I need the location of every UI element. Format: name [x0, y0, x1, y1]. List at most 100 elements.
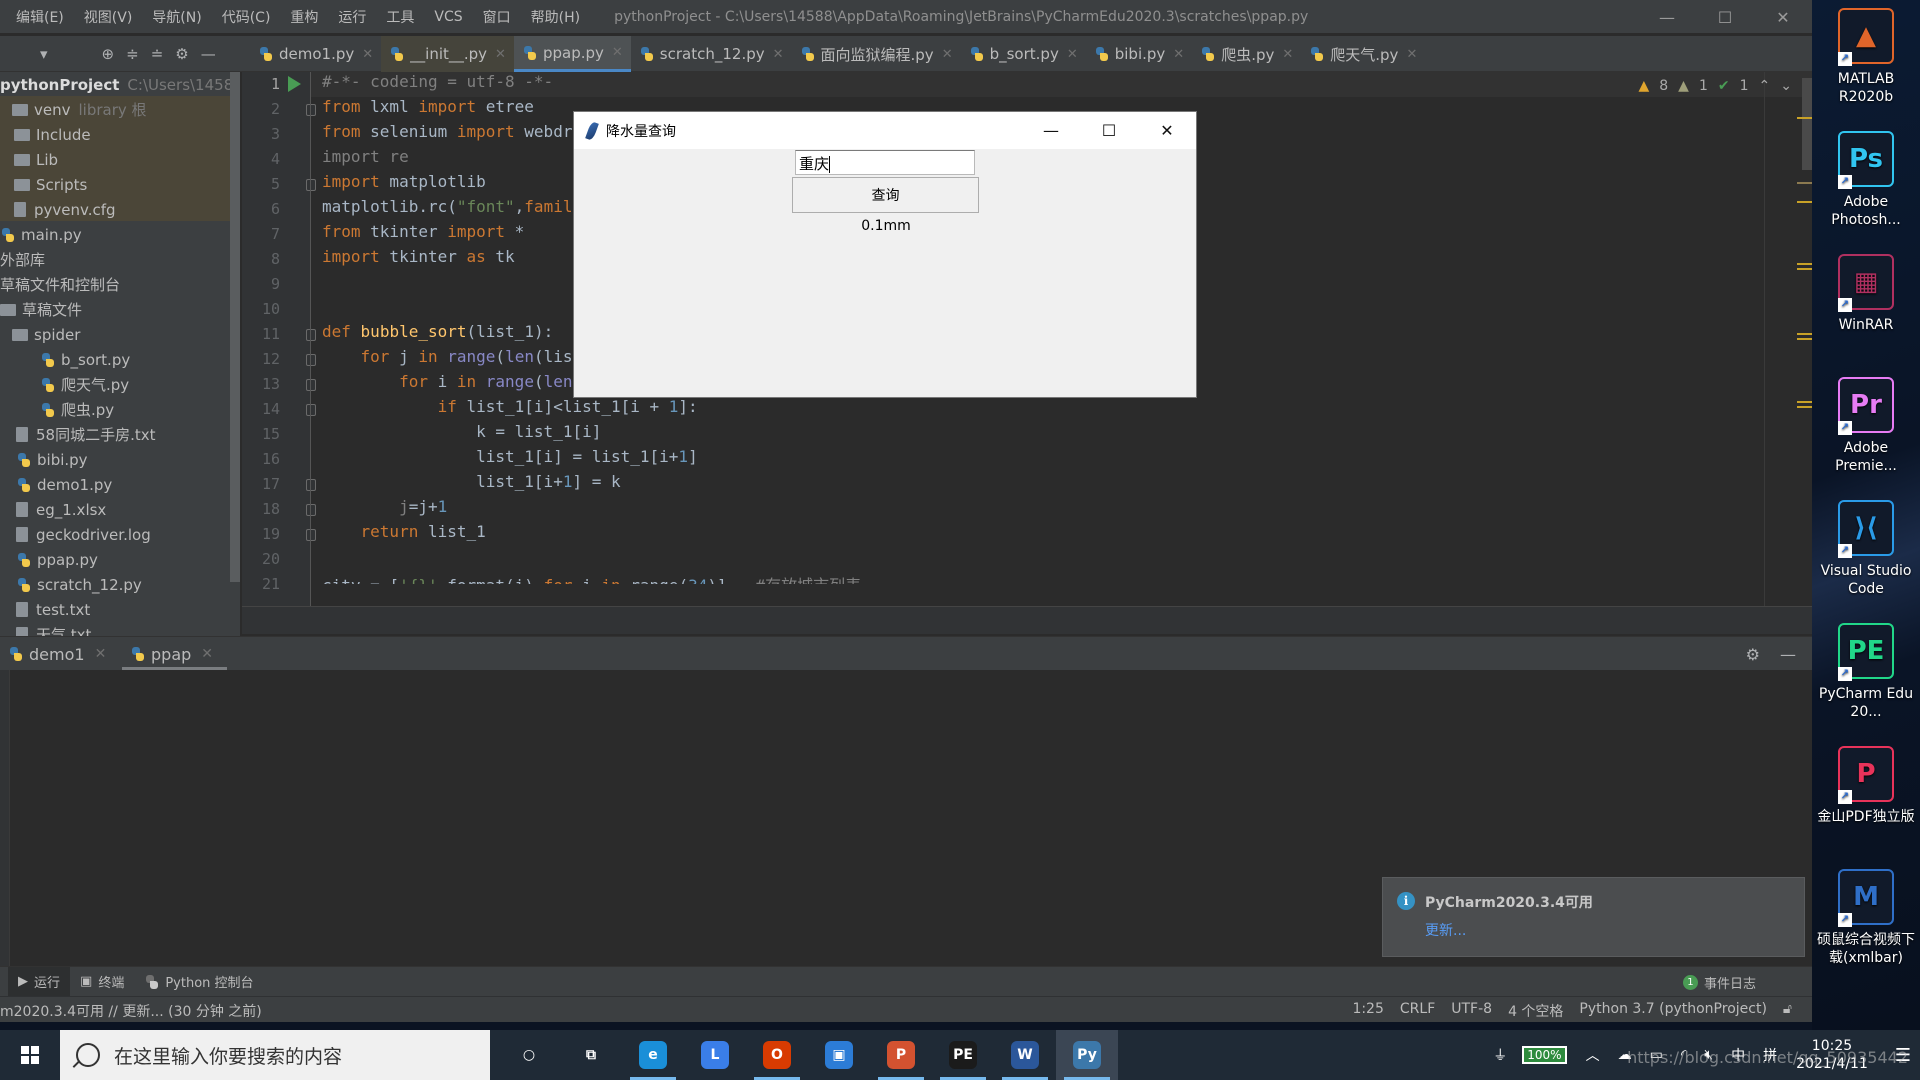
close-tab-icon[interactable]: ✕	[1067, 47, 1078, 62]
inspection-widget[interactable]: ▲ 8 ▲ 1 ✔ 1 ⌃ ⌄	[1638, 78, 1792, 94]
expand-all-icon[interactable]: ≑	[126, 45, 139, 63]
menu-window[interactable]: 窗口	[473, 7, 521, 27]
menu-help[interactable]: 帮助(H)	[521, 7, 590, 27]
tree-item[interactable]: 58同城二手房.txt	[16, 422, 156, 447]
close-tab-icon[interactable]: ✕	[773, 47, 784, 62]
fold-marker-icon[interactable]	[306, 404, 316, 416]
taskbar-app-python-tk[interactable]: Py	[1056, 1030, 1118, 1080]
tree-item[interactable]: 爬天气.py	[40, 372, 129, 397]
tk-title-bar[interactable]: 降水量查询 — ☐ ✕	[574, 112, 1196, 149]
tree-item[interactable]: bibi.py	[16, 447, 88, 472]
line-separator[interactable]: CRLF	[1400, 1001, 1435, 1021]
close-tab-icon[interactable]: ✕	[612, 45, 623, 60]
update-link[interactable]: 更新...	[1425, 920, 1466, 940]
close-tab-icon[interactable]: ✕	[362, 47, 373, 62]
taskbar-app-task-view[interactable]: ⧉	[560, 1030, 622, 1080]
battery-indicator[interactable]: 100%	[1522, 1046, 1567, 1064]
desktop-shortcut[interactable]: ⟩⟨ ↗ Visual Studio Code	[1812, 500, 1920, 598]
city-input[interactable]: 重庆	[795, 150, 975, 175]
tree-item[interactable]: eg_1.xlsx	[16, 497, 106, 522]
tree-item[interactable]: b_sort.py	[40, 347, 130, 372]
close-tab-icon[interactable]: ✕	[95, 646, 107, 662]
tree-item[interactable]: 爬虫.py	[40, 397, 114, 422]
locate-icon[interactable]: ⊕	[102, 45, 115, 63]
indent-setting[interactable]: 4 个空格	[1508, 1001, 1563, 1021]
menu-vcs[interactable]: VCS	[424, 9, 472, 25]
desktop-shortcut[interactable]: ▲ ↗ MATLAB R2020b	[1812, 8, 1920, 106]
close-button[interactable]: ✕	[1754, 0, 1812, 34]
tree-scrollbar[interactable]	[230, 72, 240, 582]
close-tab-icon[interactable]: ✕	[495, 47, 506, 62]
tk-close-button[interactable]: ✕	[1138, 112, 1196, 149]
taskbar-app-cortana[interactable]: ○	[498, 1030, 560, 1080]
tree-item[interactable]: Lib	[14, 147, 58, 172]
fold-marker-icon[interactable]	[306, 329, 316, 341]
tree-item[interactable]: ppap.py	[16, 547, 98, 572]
hide-icon[interactable]: —	[201, 45, 216, 63]
editor-tab[interactable]: demo1.py ✕	[250, 36, 381, 72]
dropdown-chevron-icon[interactable]: ▾	[40, 45, 48, 63]
fold-marker-icon[interactable]	[306, 529, 316, 541]
tree-item[interactable]: 外部库	[0, 247, 45, 272]
close-tab-icon[interactable]: ✕	[1173, 47, 1184, 62]
collapse-all-icon[interactable]: ≐	[151, 45, 164, 63]
fold-marker-icon[interactable]	[306, 179, 316, 191]
close-tab-icon[interactable]: ✕	[1406, 47, 1417, 62]
run-gutter-icon[interactable]	[288, 76, 301, 92]
desktop-shortcut[interactable]: Ps ↗ Adobe Photosh...	[1812, 131, 1920, 229]
menu-code[interactable]: 代码(C)	[212, 7, 281, 27]
hide-icon[interactable]: —	[1780, 645, 1796, 664]
tool-terminal[interactable]: ▣ 终端	[70, 967, 134, 997]
close-tab-icon[interactable]: ✕	[942, 47, 953, 62]
tool-python-console[interactable]: Python 控制台	[134, 967, 263, 997]
tree-item[interactable]: geckodriver.log	[16, 522, 151, 547]
tree-item[interactable]: test.txt	[16, 597, 90, 622]
project-root[interactable]: pythonProject C:\Users\14588\Py	[0, 72, 240, 97]
unlock-icon[interactable]: 🔓︎	[1783, 1001, 1792, 1021]
tool-run[interactable]: ▶ 运行	[8, 966, 71, 997]
tree-item[interactable]: main.py	[0, 222, 82, 247]
editor-tab[interactable]: 爬虫.py ✕	[1192, 36, 1301, 72]
menu-refactor[interactable]: 重构	[280, 7, 328, 27]
taskbar-app-powerpoint[interactable]: P	[870, 1030, 932, 1080]
menu-edit[interactable]: 编辑(E)	[0, 7, 74, 27]
editor-tab[interactable]: 面向监狱编程.py ✕	[792, 36, 961, 72]
desktop-shortcut[interactable]: P ↗ 金山PDF独立版	[1812, 746, 1920, 826]
editor-tab[interactable]: 爬天气.py ✕	[1301, 36, 1425, 72]
menu-run[interactable]: 运行	[328, 7, 376, 27]
editor-scrollbar[interactable]	[1802, 78, 1812, 170]
desktop-shortcut[interactable]: PE ↗ PyCharm Edu 20...	[1812, 623, 1920, 721]
tk-minimize-button[interactable]: —	[1022, 112, 1080, 149]
taskbar-search[interactable]: 在这里输入你要搜索的内容	[60, 1030, 490, 1080]
taskbar-app-remote-desktop[interactable]: ▣	[808, 1030, 870, 1080]
desktop-shortcut[interactable]: M ↗ 硕鼠综合视频下载(xmlbar)	[1812, 869, 1920, 967]
start-button[interactable]	[0, 1030, 60, 1080]
desktop-shortcut[interactable]: Pr ↗ Adobe Premie...	[1812, 377, 1920, 475]
run-tab-ppap[interactable]: ppap ✕	[121, 637, 228, 671]
run-tab-demo1[interactable]: demo1 ✕	[8, 637, 106, 671]
tree-item[interactable]: Scripts	[14, 172, 87, 197]
editor-tab[interactable]: ppap.py ✕	[513, 36, 631, 72]
taskbar-app-pycharm[interactable]: PE	[932, 1030, 994, 1080]
caret-position[interactable]: 1:25	[1352, 1001, 1383, 1021]
minimize-button[interactable]: —	[1638, 0, 1696, 34]
taskbar-app-word[interactable]: W	[994, 1030, 1056, 1080]
menu-tools[interactable]: 工具	[376, 7, 424, 27]
next-highlight-icon[interactable]: ⌄	[1780, 78, 1792, 94]
tree-item[interactable]: venv library 根	[12, 97, 147, 122]
gear-icon[interactable]: ⚙	[1746, 645, 1760, 664]
tree-item[interactable]: 草稿文件和控制台	[0, 272, 120, 297]
tree-item[interactable]: demo1.py	[16, 472, 112, 497]
tree-item[interactable]: scratch_12.py	[16, 572, 142, 597]
fold-marker-icon[interactable]	[306, 504, 316, 516]
event-log-button[interactable]: 1 事件日志	[1682, 967, 1756, 997]
tree-item[interactable]: 天气.txt	[16, 622, 91, 636]
tree-item[interactable]: pyvenv.cfg	[14, 197, 116, 222]
editor-tab[interactable]: scratch_12.py ✕	[631, 36, 792, 72]
tree-item[interactable]: 草稿文件	[0, 297, 82, 322]
close-tab-icon[interactable]: ✕	[201, 646, 213, 662]
file-encoding[interactable]: UTF-8	[1451, 1001, 1492, 1021]
desktop-shortcut[interactable]: ▦ ↗ WinRAR	[1812, 254, 1920, 334]
tree-item[interactable]: Include	[14, 122, 91, 147]
show-hidden-icons[interactable]: ︿	[1586, 1045, 1600, 1065]
